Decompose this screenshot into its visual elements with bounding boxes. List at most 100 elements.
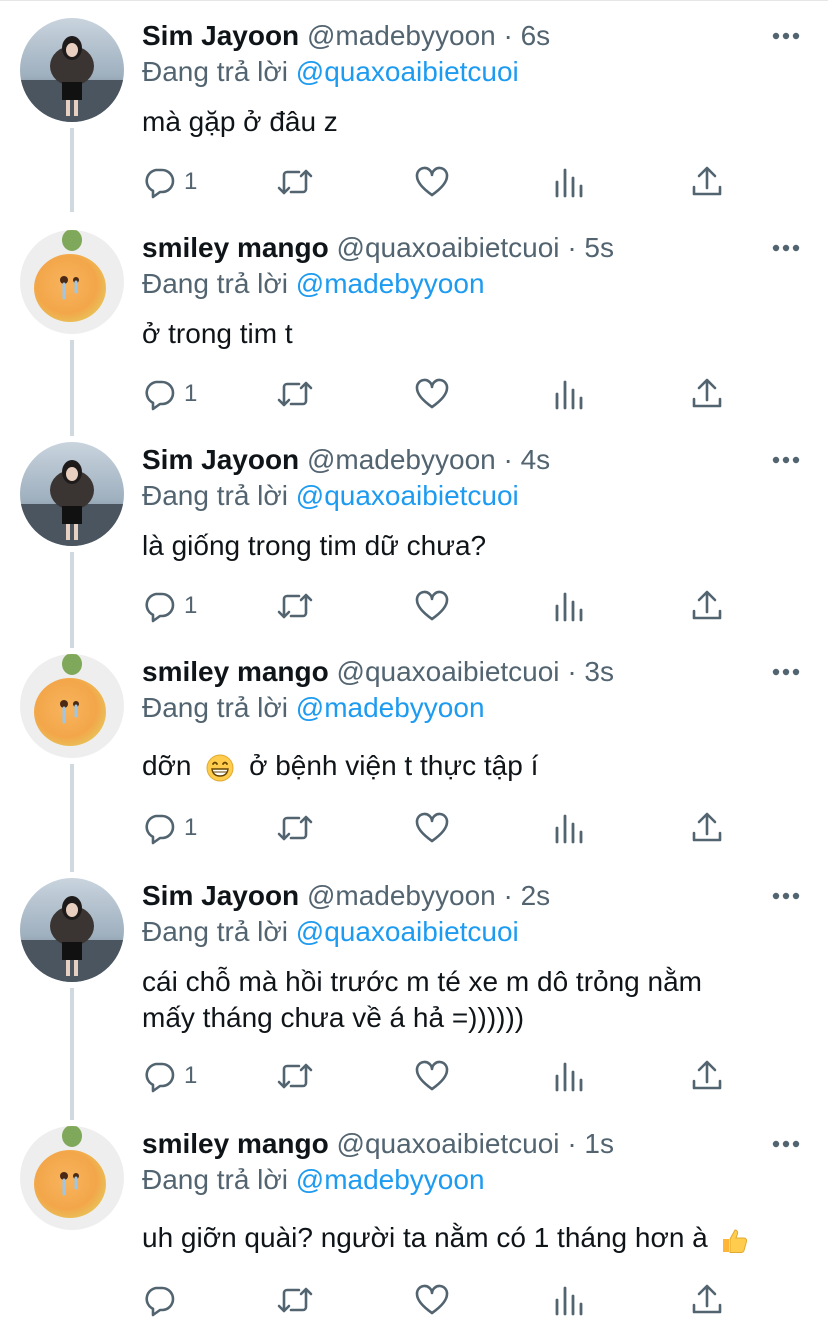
tweet-text-line: cái chỗ mà hồi trước m té xe m dô trỏng …: [142, 966, 702, 997]
share-button[interactable]: [690, 808, 724, 848]
share-icon: [692, 812, 722, 842]
share-button[interactable]: [690, 1280, 724, 1320]
avatar[interactable]: [20, 18, 124, 122]
author-name[interactable]: Sim Jayoon: [142, 20, 299, 51]
timestamp[interactable]: 5s: [584, 232, 614, 263]
analytics-icon: [555, 592, 583, 622]
author-handle[interactable]: @quaxoaibietcuoi: [337, 656, 560, 687]
author-handle[interactable]: @madebyyoon: [307, 444, 496, 475]
replying-to-label: Đang trả lời: [142, 268, 288, 299]
author-name[interactable]: smiley mango: [142, 232, 329, 263]
tweet-text: uh giỡn quài? người ta nằm có 1 tháng hơ…: [142, 1220, 802, 1256]
tweet-text: cái chỗ mà hồi trước m té xe m dô trỏng …: [142, 964, 802, 1036]
more-options-icon[interactable]: [772, 1138, 800, 1150]
thumbs-up-emoji: [722, 1229, 747, 1253]
tweet[interactable]: Sim Jayoon @madebyyoon · 2s Đang trả lời…: [0, 878, 828, 1102]
tweet[interactable]: Sim Jayoon @madebyyoon · 4s Đang trả lời…: [0, 442, 828, 632]
share-button[interactable]: [690, 162, 724, 202]
author-name[interactable]: Sim Jayoon: [142, 444, 299, 475]
replying-to: Đang trả lời @madebyyoon: [142, 1162, 485, 1198]
share-button[interactable]: [690, 586, 724, 626]
like-icon: [415, 1284, 449, 1315]
author-name[interactable]: smiley mango: [142, 656, 329, 687]
separator-dot: ·: [567, 656, 577, 687]
mention-link[interactable]: @quaxoaibietcuoi: [296, 56, 519, 87]
replying-to-label: Đang trả lời: [142, 916, 288, 947]
reply-button[interactable]: 1: [142, 586, 197, 626]
retweet-button[interactable]: [276, 1056, 314, 1096]
author-handle[interactable]: @madebyyoon: [307, 880, 496, 911]
author-handle[interactable]: @quaxoaibietcuoi: [337, 1128, 560, 1159]
separator-dot: ·: [503, 444, 513, 475]
tweet-actions: 1: [142, 1056, 742, 1096]
avatar[interactable]: [20, 442, 124, 546]
reply-button[interactable]: 1: [142, 808, 197, 848]
retweet-button[interactable]: [276, 374, 314, 414]
replying-to: Đang trả lời @quaxoaibietcuoi: [142, 478, 519, 514]
author-handle[interactable]: @quaxoaibietcuoi: [337, 232, 560, 263]
timestamp[interactable]: 6s: [521, 20, 551, 51]
share-button[interactable]: [690, 1056, 724, 1096]
retweet-button[interactable]: [276, 586, 314, 626]
tweet-text-part: ở bệnh viện t thực tập í: [249, 750, 539, 781]
retweet-button[interactable]: [276, 162, 314, 202]
tweet-header: smiley mango @quaxoaibietcuoi · 5s: [142, 230, 614, 266]
author-handle[interactable]: @madebyyoon: [307, 20, 496, 51]
mention-link[interactable]: @madebyyoon: [296, 1164, 485, 1195]
replying-to-label: Đang trả lời: [142, 480, 288, 511]
timestamp[interactable]: 3s: [584, 656, 614, 687]
tweet[interactable]: smiley mango @quaxoaibietcuoi · 3s Đang …: [0, 654, 828, 854]
avatar[interactable]: [20, 1126, 124, 1230]
analytics-button[interactable]: [554, 586, 586, 626]
more-options-icon[interactable]: [772, 454, 800, 466]
retweet-icon: [277, 815, 313, 841]
reply-button[interactable]: [142, 1280, 184, 1320]
tweet[interactable]: smiley mango @quaxoaibietcuoi · 1s Đang …: [0, 1126, 828, 1326]
analytics-button[interactable]: [554, 374, 586, 414]
separator-dot: ·: [567, 232, 577, 263]
mention-link[interactable]: @quaxoaibietcuoi: [296, 480, 519, 511]
author-name[interactable]: smiley mango: [142, 1128, 329, 1159]
analytics-button[interactable]: [554, 1056, 586, 1096]
like-button[interactable]: [414, 808, 450, 848]
mention-link[interactable]: @madebyyoon: [296, 692, 485, 723]
separator-dot: ·: [567, 1128, 577, 1159]
more-options-icon[interactable]: [772, 890, 800, 902]
separator-dot: ·: [503, 880, 513, 911]
share-icon: [692, 590, 722, 620]
timestamp[interactable]: 2s: [521, 880, 551, 911]
mention-link[interactable]: @quaxoaibietcuoi: [296, 916, 519, 947]
avatar[interactable]: [20, 230, 124, 334]
reply-button[interactable]: 1: [142, 1056, 197, 1096]
analytics-button[interactable]: [554, 808, 586, 848]
share-button[interactable]: [690, 374, 724, 414]
reply-count: 1: [184, 814, 198, 841]
analytics-button[interactable]: [554, 162, 586, 202]
timestamp[interactable]: 1s: [584, 1128, 614, 1159]
retweet-button[interactable]: [276, 1280, 314, 1320]
like-button[interactable]: [414, 1280, 450, 1320]
like-button[interactable]: [414, 586, 450, 626]
tweet[interactable]: smiley mango @quaxoaibietcuoi · 5s Đang …: [0, 230, 828, 420]
more-options-icon[interactable]: [772, 30, 800, 42]
reply-button[interactable]: 1: [142, 162, 197, 202]
more-options-icon[interactable]: [772, 666, 800, 678]
timestamp[interactable]: 4s: [521, 444, 551, 475]
tweet-text: là giống trong tim dữ chưa?: [142, 530, 487, 561]
mention-link[interactable]: @madebyyoon: [296, 268, 485, 299]
like-button[interactable]: [414, 374, 450, 414]
tweet-text-part: uh giỡn quài? người ta nằm có 1 tháng hơ…: [142, 1222, 708, 1253]
more-options-icon[interactable]: [772, 242, 800, 254]
replying-to-label: Đang trả lời: [142, 56, 288, 87]
like-button[interactable]: [414, 162, 450, 202]
replying-to-label: Đang trả lời: [142, 1164, 288, 1195]
analytics-button[interactable]: [554, 1280, 586, 1320]
author-name[interactable]: Sim Jayoon: [142, 880, 299, 911]
avatar[interactable]: [20, 654, 124, 758]
avatar[interactable]: [20, 878, 124, 982]
tweet-header: Sim Jayoon @madebyyoon · 4s: [142, 442, 550, 478]
reply-button[interactable]: 1: [142, 374, 197, 414]
like-button[interactable]: [414, 1056, 450, 1096]
tweet[interactable]: Sim Jayoon @madebyyoon · 6s Đang trả lời…: [0, 18, 828, 208]
retweet-button[interactable]: [276, 808, 314, 848]
